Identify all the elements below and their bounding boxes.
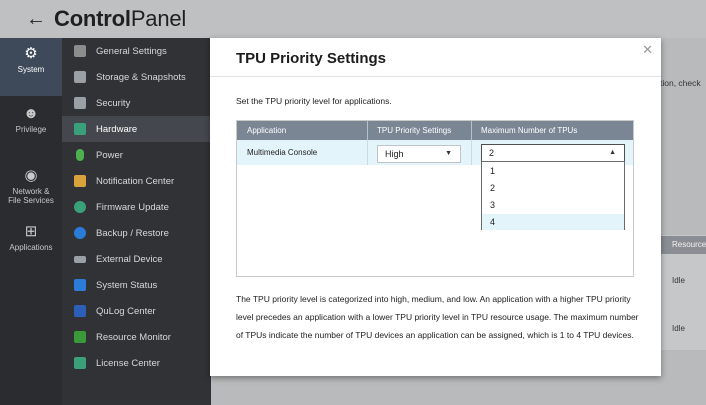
dropdown-option[interactable]: 2 <box>482 180 624 196</box>
column-header-priority: TPU Priority Settings <box>377 126 452 135</box>
background-cell: Idle <box>672 276 685 285</box>
menu-item-qulog-center[interactable]: QuLog Center <box>62 298 211 324</box>
menu-item-external-device[interactable]: External Device <box>62 246 211 272</box>
firmware-icon <box>74 201 86 213</box>
dropdown-option-highlighted[interactable]: 4 <box>482 214 624 230</box>
security-icon <box>74 97 86 109</box>
back-arrow-icon[interactable]: ← <box>26 8 46 31</box>
system-status-icon <box>74 279 86 291</box>
dropdown-option[interactable]: 3 <box>482 197 624 213</box>
dialog-description: Set the TPU priority level for applicati… <box>236 96 392 106</box>
menu-item-firmware-update[interactable]: Firmware Update <box>62 194 211 220</box>
background-table-header: Resource <box>660 236 706 254</box>
storage-icon <box>74 71 86 83</box>
caret-up-icon: ▲ <box>609 149 616 156</box>
max-tpus-select[interactable]: 2 ▲ <box>481 144 625 162</box>
menu-item-license-center[interactable]: License Center <box>62 350 211 376</box>
rail-item-applications[interactable]: ⊞ Applications <box>0 224 62 260</box>
menu-item-storage-snapshots[interactable]: Storage & Snapshots <box>62 64 211 90</box>
max-tpus-dropdown: 1 2 3 4 <box>481 161 625 230</box>
menu-item-system-status[interactable]: System Status <box>62 272 211 298</box>
dialog-note: The TPU priority level is categorized in… <box>236 294 639 340</box>
application-name: Multimedia Console <box>247 148 318 157</box>
close-icon[interactable]: ✕ <box>642 42 653 58</box>
qulog-icon <box>74 305 86 317</box>
menu-item-notification-center[interactable]: Notification Center <box>62 168 211 194</box>
app-title: ControlPanel <box>54 6 187 31</box>
table-header: Application TPU Priority Settings Maximu… <box>237 121 633 140</box>
rail-item-system[interactable]: ⚙ System <box>0 38 62 96</box>
rail-item-network-file-services[interactable]: ◉ Network & File Services <box>0 168 62 208</box>
apps-icon: ⊞ <box>24 223 38 240</box>
power-icon <box>76 149 84 161</box>
gear-icon: ⚙ <box>24 45 38 62</box>
globe-icon: ◉ <box>24 167 38 184</box>
background-text: tion, check <box>660 78 701 88</box>
menu-item-hardware[interactable]: Hardware <box>62 116 211 142</box>
dialog-divider <box>210 76 661 77</box>
dialog-title: TPU Priority Settings <box>236 50 387 67</box>
menu-item-security[interactable]: Security <box>62 90 211 116</box>
menu-item-resource-monitor[interactable]: Resource Monitor <box>62 324 211 350</box>
resource-monitor-icon <box>74 331 86 343</box>
column-divider <box>471 140 472 165</box>
rail-item-privilege[interactable]: ☻ Privilege <box>0 106 62 142</box>
caret-down-icon: ▼ <box>445 150 452 157</box>
license-icon <box>74 357 86 369</box>
backup-icon <box>74 227 86 239</box>
hardware-icon <box>74 123 86 135</box>
notification-icon <box>74 175 86 187</box>
user-icon: ☻ <box>23 105 39 122</box>
menu-item-general-settings[interactable]: General Settings <box>62 38 211 64</box>
general-settings-icon <box>74 45 86 57</box>
priority-select[interactable]: High ▼ <box>377 145 461 163</box>
app-header: ← ControlPanel <box>0 0 706 38</box>
menu-item-power[interactable]: Power <box>62 142 211 168</box>
menu-item-backup-restore[interactable]: Backup / Restore <box>62 220 211 246</box>
column-header-application: Application <box>247 126 287 135</box>
dropdown-option[interactable]: 1 <box>482 163 624 179</box>
settings-menu: General Settings Storage & Snapshots Sec… <box>62 38 211 405</box>
column-divider <box>367 140 368 165</box>
category-rail: ⚙ System ☻ Privilege ◉ Network & File Ser… <box>0 38 62 405</box>
column-header-max-tpus: Maximum Number of TPUs <box>481 126 578 135</box>
background-cell: Idle <box>672 324 685 333</box>
external-device-icon <box>74 255 86 263</box>
